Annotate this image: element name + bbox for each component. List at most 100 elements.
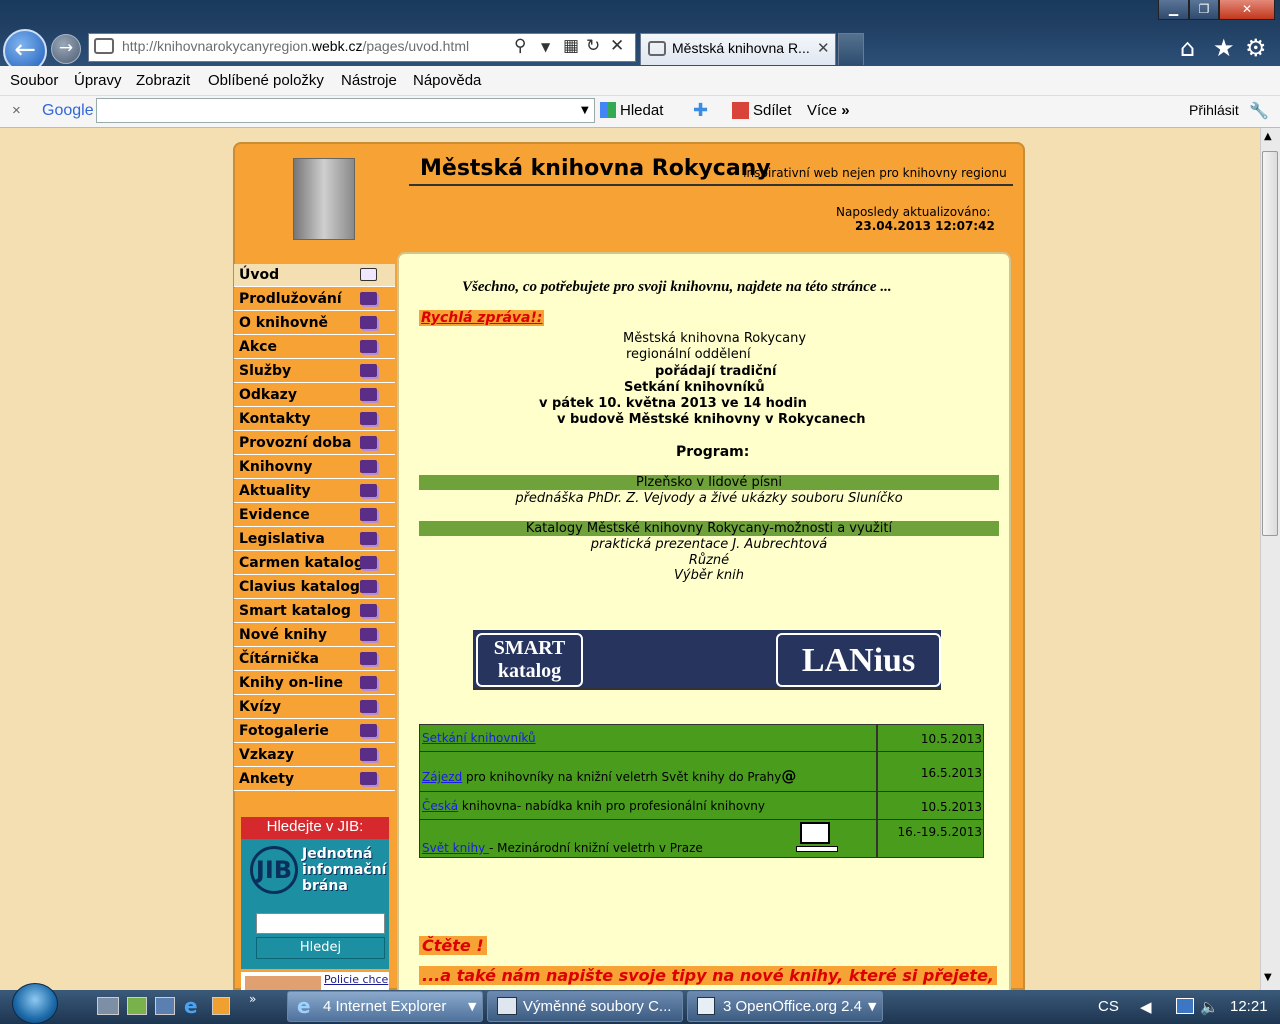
nav-item-nove-knihy[interactable]: Nové knihy	[234, 624, 395, 647]
book-icon	[360, 460, 377, 473]
volume-icon[interactable]: 🔈	[1200, 998, 1219, 1016]
quicklaunch-icon[interactable]	[127, 997, 147, 1015]
nav-item-kontakty[interactable]: Kontakty	[234, 408, 395, 431]
scroll-down-icon[interactable]: ▼	[1264, 972, 1272, 983]
program-title: Plzeňsko v lidové písni	[419, 475, 999, 490]
nav-item-o-knihovne[interactable]: O knihovně	[234, 312, 395, 335]
event-link[interactable]: Svět knihy	[422, 841, 489, 855]
nav-item-citarnicka[interactable]: Čítárnička	[234, 648, 395, 671]
url-domain: webk.cz	[311, 38, 363, 54]
taskbar-task[interactable]: 4 Internet Explorer	[287, 991, 483, 1022]
signin-button[interactable]: Přihlásit	[1189, 102, 1239, 118]
title-underline	[409, 184, 1013, 186]
compatibility-icon[interactable]: ▦	[563, 36, 579, 56]
nav-item-evidence[interactable]: Evidence	[234, 504, 395, 527]
nav-item-provozni-doba[interactable]: Provozní doba	[234, 432, 395, 455]
menu-nastroje[interactable]: Nástroje	[341, 72, 397, 89]
new-tab-button[interactable]	[838, 33, 864, 65]
wrench-icon[interactable]: 🔧	[1249, 101, 1269, 120]
start-button[interactable]	[12, 983, 58, 1024]
maximize-button[interactable]: ❐	[1189, 0, 1219, 20]
tray-expand-icon[interactable]: ◀	[1140, 998, 1152, 1016]
nav-item-legislativa[interactable]: Legislativa	[234, 528, 395, 551]
nav-label: Provozní doba	[239, 435, 352, 451]
nav-item-carmen-katalog[interactable]: Carmen katalog	[234, 552, 395, 575]
event-link[interactable]: Setkání knihovníků	[422, 731, 536, 745]
nav-item-aktuality[interactable]: Aktuality	[234, 480, 395, 503]
at-icon: @	[781, 767, 797, 785]
nav-item-knihy-online[interactable]: Knihy on-line	[234, 672, 395, 695]
refresh-icon[interactable]: ↻	[586, 36, 600, 56]
quicklaunch-more-icon[interactable]: »	[249, 992, 256, 1006]
tab-title: Městská knihovna R...	[672, 40, 810, 56]
favorites-star-icon[interactable]: ★	[1213, 34, 1235, 62]
address-url[interactable]: http://knihovnarokycanyregion.webk.cz/pa…	[122, 38, 469, 54]
task-label: Výměnné soubory C...	[523, 998, 672, 1015]
nav-label: Evidence	[239, 507, 310, 523]
nav-item-clavius-katalog[interactable]: Clavius katalog	[234, 576, 395, 599]
nav-label: Fotogalerie	[239, 723, 329, 739]
network-icon[interactable]	[1176, 998, 1194, 1014]
nav-item-ankety[interactable]: Ankety	[234, 768, 395, 791]
intro-text: Všechno, co potřebujete pro svoji knihov…	[462, 279, 892, 295]
event-link[interactable]: Zájezd	[422, 770, 462, 784]
menu-zobrazit[interactable]: Zobrazit	[136, 72, 190, 89]
menu-upravy[interactable]: Úpravy	[74, 72, 122, 89]
event-link[interactable]: Česká	[422, 799, 458, 813]
language-indicator[interactable]: CS	[1098, 998, 1119, 1015]
search-icon[interactable]: ⚲	[514, 36, 526, 56]
jib-logo: JIB	[250, 846, 298, 894]
menu-oblibene[interactable]: Oblíbené položky	[208, 72, 324, 89]
nav-item-sluzby[interactable]: Služby	[234, 360, 395, 383]
jib-header: Hledejte v JIB:	[241, 817, 389, 839]
stop-icon[interactable]: ✕	[610, 36, 624, 56]
home-icon[interactable]: ⌂	[1180, 34, 1195, 62]
nav-item-smart-katalog[interactable]: Smart katalog	[234, 600, 395, 623]
jib-search-button[interactable]: Hledej	[256, 937, 385, 959]
google-search-button[interactable]: Hledat	[620, 102, 663, 119]
nav-item-odkazy[interactable]: Odkazy	[234, 384, 395, 407]
quicklaunch-icon[interactable]	[97, 997, 119, 1015]
arrow-left-icon: ←	[14, 35, 36, 65]
gear-icon[interactable]: ⚙	[1245, 34, 1267, 62]
menu-soubor[interactable]: Soubor	[10, 72, 58, 89]
quicklaunch-icon[interactable]	[155, 997, 175, 1015]
toolbar-close-icon[interactable]: ×	[12, 102, 21, 119]
book-icon	[360, 340, 377, 353]
jib-search-input[interactable]	[256, 913, 385, 934]
close-window-button[interactable]: ✕	[1219, 0, 1275, 20]
google-search-input[interactable]	[96, 98, 595, 123]
event-text: knihovna- nabídka knih pro profesionální…	[458, 799, 766, 813]
program-extra: Různé	[688, 553, 730, 568]
nav-item-uvod[interactable]: Úvod	[234, 264, 395, 287]
lanius-logo[interactable]: LANius	[776, 633, 941, 687]
plus-icon[interactable]: ✚	[693, 100, 708, 121]
program-desc: praktická prezentace J. Aubrechtová	[590, 537, 828, 552]
updated-value: 23.04.2013 12:07:42	[855, 219, 995, 233]
site-title: Městská knihovna Rokycany	[420, 156, 771, 181]
more-button[interactable]: Více »	[807, 102, 850, 119]
dropdown-icon[interactable]: ▼	[541, 40, 550, 54]
smart-katalog-logo[interactable]: SMART katalog	[476, 633, 583, 687]
scrollbar-thumb[interactable]	[1262, 151, 1278, 536]
nav-item-knihovny[interactable]: Knihovny	[234, 456, 395, 479]
minimize-button[interactable]: ▁	[1158, 0, 1189, 20]
ie-icon[interactable]: e	[184, 994, 198, 1018]
book-icon	[360, 580, 377, 593]
nav-item-prodluzovani[interactable]: Prodlužování	[234, 288, 395, 311]
share-button[interactable]: Sdílet	[753, 102, 791, 119]
chevron-down-icon[interactable]: ▼	[581, 105, 589, 116]
scroll-up-icon[interactable]: ▲	[1264, 131, 1272, 142]
media-player-icon[interactable]	[212, 997, 230, 1015]
forward-button[interactable]: →	[51, 34, 81, 64]
nav-item-akce[interactable]: Akce	[234, 336, 395, 359]
nav-item-kvizy[interactable]: Kvízy	[234, 696, 395, 719]
taskbar-task[interactable]: 3 OpenOffice.org 2.4	[687, 991, 883, 1022]
nav-item-fotogalerie[interactable]: Fotogalerie	[234, 720, 395, 743]
menu-napoveda[interactable]: Nápověda	[413, 72, 481, 89]
nav-item-vzkazy[interactable]: Vzkazy	[234, 744, 395, 767]
smart-logo-line: katalog	[497, 660, 562, 682]
clock[interactable]: 12:21	[1230, 998, 1268, 1015]
police-link[interactable]: Policie chce	[324, 973, 388, 986]
tab-close-icon[interactable]: ✕	[817, 39, 830, 57]
